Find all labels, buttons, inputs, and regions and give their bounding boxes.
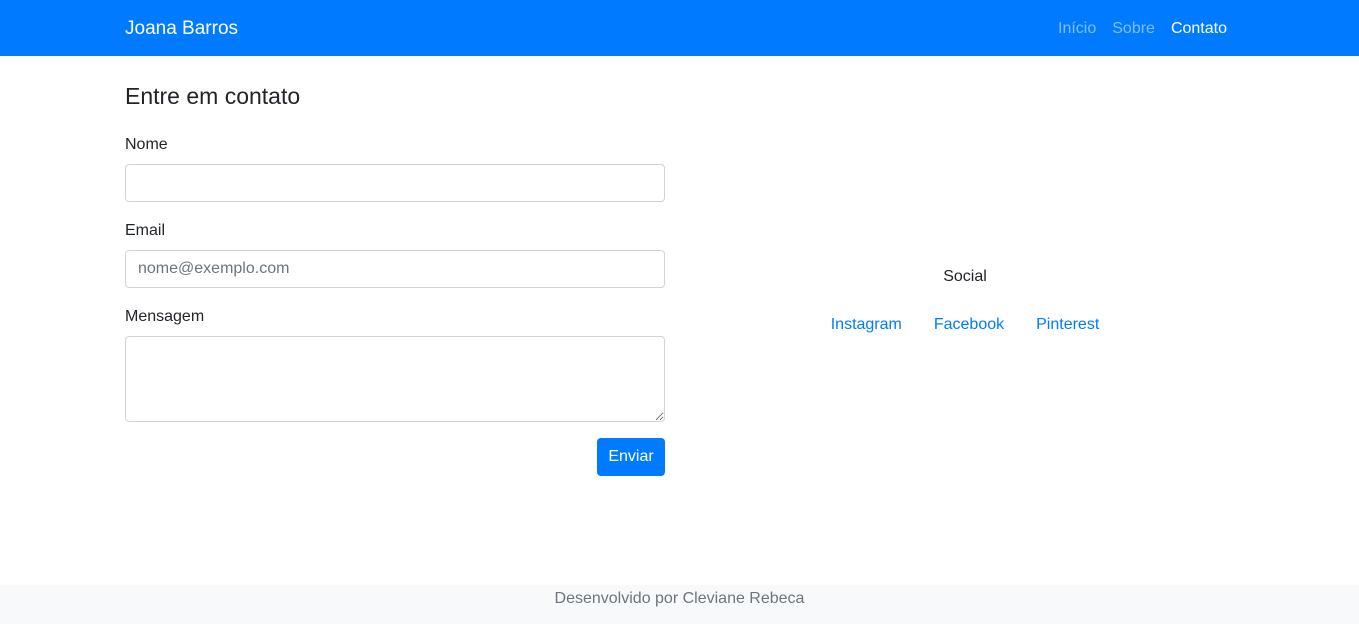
nav-link-contato[interactable]: Contato bbox=[1171, 18, 1227, 40]
nav-link-sobre[interactable]: Sobre bbox=[1112, 18, 1155, 40]
nav-link-inicio[interactable]: Início bbox=[1058, 18, 1096, 40]
social-title: Social bbox=[943, 268, 987, 285]
submit-button[interactable]: Enviar bbox=[597, 438, 665, 476]
name-label: Nome bbox=[125, 136, 168, 153]
brand-link[interactable]: Joana Barros bbox=[125, 17, 238, 41]
instagram-link[interactable]: Instagram bbox=[831, 315, 902, 335]
nav-links: Início Sobre Contato bbox=[1058, 18, 1227, 40]
social-links: Instagram Facebook Pinterest bbox=[665, 315, 1265, 335]
name-field[interactable] bbox=[125, 164, 665, 202]
page-title: Entre em contato bbox=[125, 83, 301, 109]
pinterest-link[interactable]: Pinterest bbox=[1036, 315, 1099, 335]
email-label: Email bbox=[125, 222, 166, 239]
message-field[interactable] bbox=[125, 336, 665, 422]
message-label: Mensagem bbox=[125, 308, 205, 325]
footer: Desenvolvido por Cleviane Rebeca bbox=[0, 585, 1359, 624]
email-field[interactable] bbox=[125, 250, 665, 288]
facebook-link[interactable]: Facebook bbox=[934, 315, 1004, 335]
navbar: Joana Barros Início Sobre Contato bbox=[0, 0, 1359, 56]
footer-credit: Desenvolvido por Cleviane Rebeca bbox=[554, 590, 805, 607]
